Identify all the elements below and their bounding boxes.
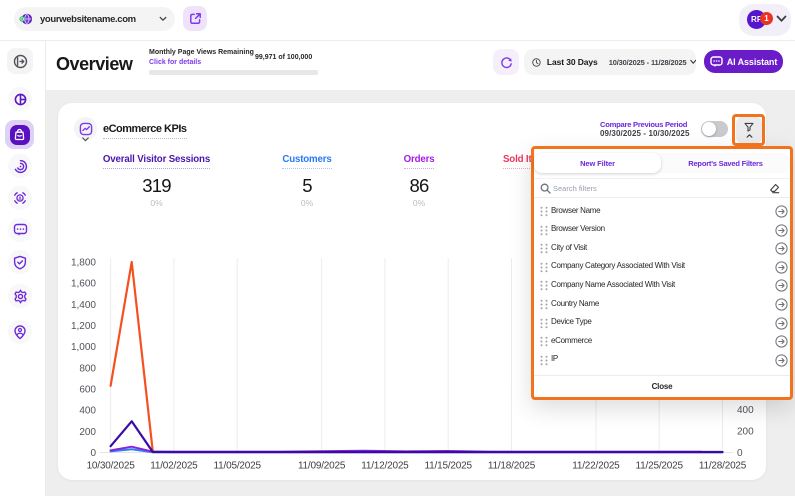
svg-text:11/02/2025: 11/02/2025 xyxy=(150,461,198,472)
svg-text:200: 200 xyxy=(737,427,754,438)
svg-text:1,600: 1,600 xyxy=(71,279,96,290)
svg-text:1,800: 1,800 xyxy=(71,258,96,269)
svg-text:1,200: 1,200 xyxy=(71,321,96,332)
svg-text:11/05/2025: 11/05/2025 xyxy=(214,461,262,472)
svg-text:11/15/2025: 11/15/2025 xyxy=(425,461,473,472)
svg-text:400: 400 xyxy=(737,405,754,416)
svg-text:10/30/2025: 10/30/2025 xyxy=(87,461,136,472)
svg-text:11/28/2025: 11/28/2025 xyxy=(699,461,747,472)
svg-text:11/22/2025: 11/22/2025 xyxy=(572,461,620,472)
svg-text:0: 0 xyxy=(737,448,743,459)
svg-text:1,000: 1,000 xyxy=(71,342,96,353)
svg-text:0: 0 xyxy=(90,448,96,459)
svg-text:11/12/2025: 11/12/2025 xyxy=(361,461,409,472)
svg-text:11/18/2025: 11/18/2025 xyxy=(488,461,536,472)
svg-text:600: 600 xyxy=(79,385,96,396)
svg-text:11/09/2025: 11/09/2025 xyxy=(298,461,346,472)
svg-text:11/25/2025: 11/25/2025 xyxy=(636,461,684,472)
svg-text:200: 200 xyxy=(79,427,96,438)
svg-text:1,400: 1,400 xyxy=(71,300,96,311)
svg-text:800: 800 xyxy=(79,363,96,374)
svg-text:400: 400 xyxy=(79,406,96,417)
